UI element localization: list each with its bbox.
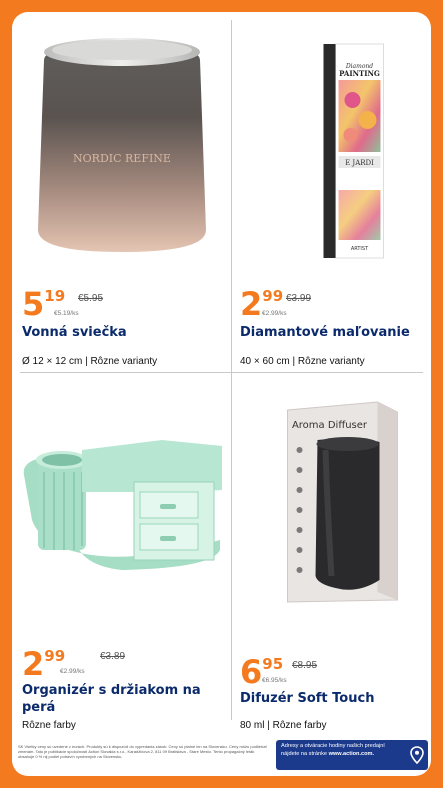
- location-pin-icon: [410, 746, 424, 764]
- product-card-candle[interactable]: NORDIC REFINE 5 19 €5.95 €5.19/ks Vonná …: [22, 20, 222, 367]
- product-card-diamond-painting[interactable]: Diamond PAINTING E JARDI ARTIST 2 99 €3.…: [240, 20, 431, 367]
- store-info-line2: nájdete na stránke www.action.com.: [281, 751, 406, 759]
- unit-price: €5.19/ks: [54, 310, 79, 317]
- horizontal-divider: [20, 372, 423, 373]
- store-url-link[interactable]: www.action.com.: [329, 751, 374, 757]
- candle-brand-text: NORDIC REFINE: [73, 152, 171, 165]
- price-integer: 2: [240, 285, 262, 323]
- leaflet-page: NORDIC REFINE 5 19 €5.95 €5.19/ks Vonná …: [12, 12, 431, 776]
- store-info-prefix: nájdete na stránke: [281, 750, 328, 757]
- unit-price: €2.99/ks: [262, 310, 287, 317]
- price-integer: 2: [22, 645, 44, 683]
- unit-price: €2.99/ks: [60, 668, 85, 675]
- box-text-jardi: E JARDI: [345, 159, 374, 167]
- price-details: €8.95 €6.95/ks: [262, 660, 317, 686]
- product-card-organizer[interactable]: 2 99 €3.89 €2.99/ks Organizér s držiakom…: [22, 380, 222, 731]
- scented-candle-image: NORDIC REFINE: [38, 38, 206, 252]
- price-details: €3.89 €2.99/ks: [60, 651, 126, 677]
- product-title: Vonná sviečka: [22, 325, 127, 340]
- product-card-diffuser[interactable]: Aroma Diffuser 6 95 €8.95 €6.95/ks Difuz…: [240, 380, 431, 731]
- product-description: 40 × 60 cm | Rôzne varianty: [240, 356, 365, 367]
- price-details: €5.95 €5.19/ks: [54, 293, 103, 319]
- box-text-painting: PAINTING: [339, 69, 380, 78]
- footer: SK Všetky ceny sú uvedené v eurách. Prod…: [12, 732, 431, 776]
- price-integer: 5: [22, 285, 44, 323]
- product-description: Ø 12 × 12 cm | Rôzne varianty: [22, 356, 158, 367]
- price-details: €3.99 €2.99/ks: [262, 293, 311, 319]
- desk-organizer-image: [23, 440, 222, 570]
- product-title: Organizér s držiakom na perá: [22, 683, 201, 715]
- old-price: €5.95: [78, 293, 104, 304]
- old-price: €8.95: [292, 660, 318, 671]
- diamond-painting-box-image: Diamond PAINTING E JARDI ARTIST: [323, 43, 384, 259]
- store-locator-banner[interactable]: Adresy a otváracie hodiny našich predajn…: [276, 740, 428, 770]
- vertical-divider: [231, 20, 232, 720]
- price-decimal: 99: [44, 647, 66, 665]
- aroma-diffuser-image: Aroma Diffuser: [287, 401, 398, 603]
- unit-price: €6.95/ks: [262, 677, 287, 684]
- old-price: €3.89: [100, 651, 126, 662]
- box-text-artist: ARTIST: [351, 246, 369, 252]
- legal-disclaimer: SK Všetky ceny sú uvedené v eurách. Prod…: [18, 744, 267, 760]
- product-title: Diamantové maľovanie: [240, 325, 410, 340]
- diffuser-box-label: Aroma Diffuser: [292, 420, 368, 431]
- product-description: Rôzne farby: [22, 720, 76, 731]
- price-integer: 6: [240, 653, 262, 691]
- old-price: €3.99: [286, 293, 312, 304]
- product-description: 80 ml | Rôzne farby: [240, 720, 327, 731]
- product-title: Difuzér Soft Touch: [240, 691, 375, 706]
- store-info-line1: Adresy a otváracie hodiny našich predajn…: [281, 743, 385, 749]
- price: 2 99: [22, 648, 65, 680]
